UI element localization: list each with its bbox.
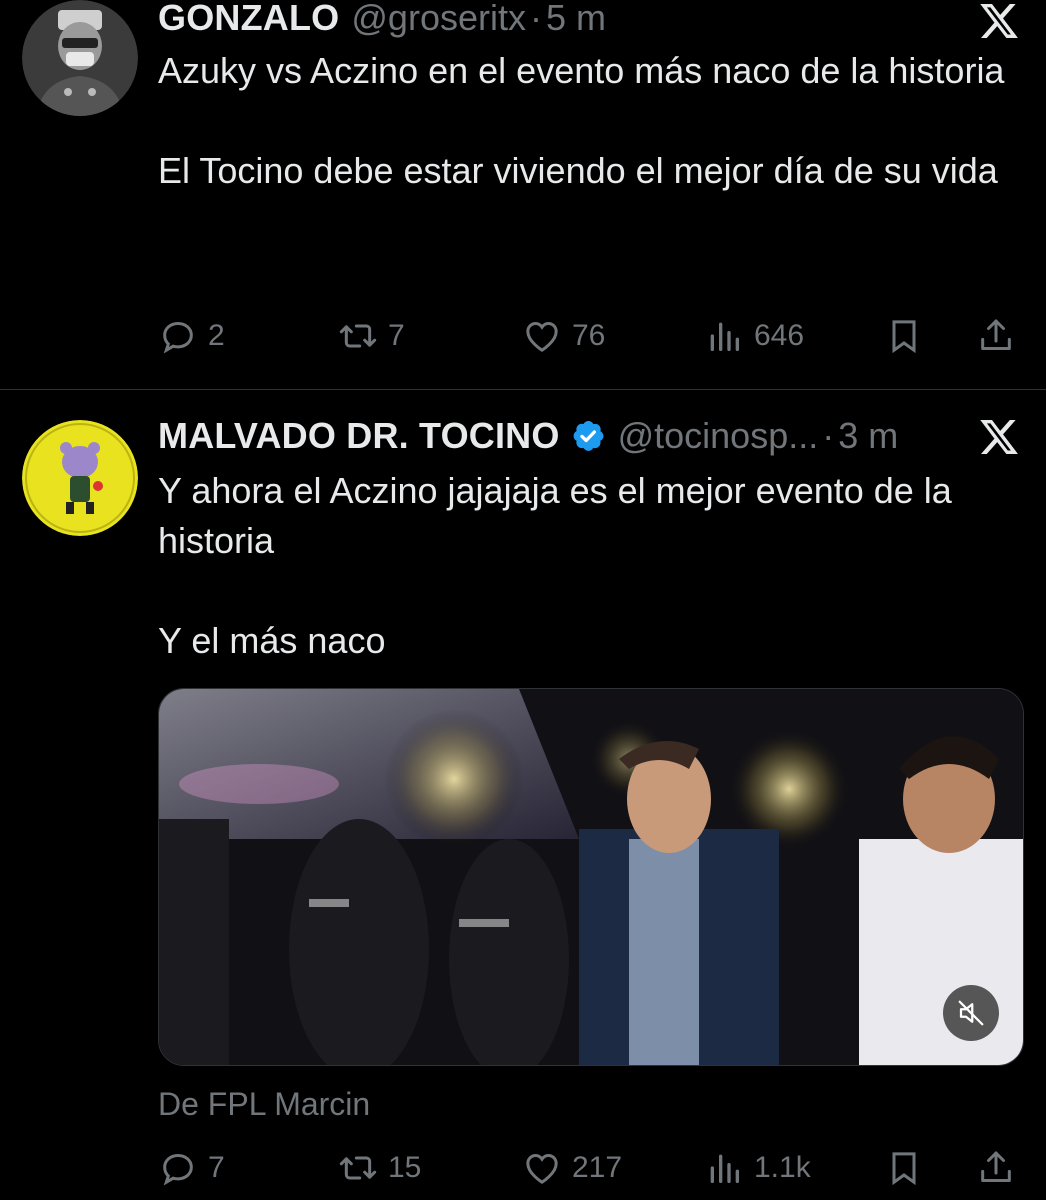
views-icon [710, 1154, 739, 1183]
author-name[interactable]: GONZALO [158, 0, 339, 39]
tweet-paragraph: Azuky vs Aczino en el evento más naco de… [158, 50, 1005, 91]
repost-count: 15 [388, 1151, 422, 1184]
media-attribution[interactable]: De FPL Marcin [158, 1086, 370, 1123]
x-logo-icon[interactable] [978, 0, 1020, 42]
heart-icon [526, 321, 558, 352]
views-count: 1.1k [754, 1151, 811, 1184]
tweet-paragraph: Y el más naco [158, 620, 386, 661]
repost-count: 7 [388, 319, 405, 352]
repost-button[interactable]: 7 [338, 314, 405, 358]
reply-button[interactable]: 7 [158, 1146, 225, 1190]
reply-count: 2 [208, 319, 225, 352]
views-icon [710, 322, 739, 351]
tweet-video[interactable] [158, 688, 1024, 1066]
like-button[interactable]: 217 [522, 1146, 622, 1190]
separator-dot: · [529, 0, 542, 38]
repost-button[interactable]: 15 [338, 1146, 421, 1190]
like-count: 217 [572, 1151, 623, 1184]
bookmark-button[interactable] [884, 314, 934, 358]
repost-icon [339, 324, 377, 348]
verified-badge-icon [573, 421, 604, 451]
separator-dot: · [822, 415, 835, 456]
share-icon [981, 319, 1011, 350]
like-button[interactable]: 76 [522, 314, 605, 358]
timestamp[interactable]: 3 m [838, 415, 898, 457]
views-button[interactable]: 646 [704, 314, 804, 358]
video-frame [159, 689, 1023, 1065]
heart-icon [526, 1153, 558, 1184]
reply-icon [163, 321, 193, 354]
mute-icon [958, 1000, 984, 1026]
avatar-malvado-dr-tocino[interactable] [22, 420, 138, 536]
views-count: 646 [754, 319, 805, 352]
author-handle[interactable]: @groseritx [351, 0, 526, 39]
tweet-actions: 2 7 76 646 [158, 314, 1028, 358]
tweet-text: Y ahora el Aczino jajajaja es el mejor e… [158, 466, 1018, 666]
timestamp[interactable]: 5 m [546, 0, 606, 39]
tweet-text: Azuky vs Aczino en el evento más naco de… [158, 46, 1018, 196]
reply-button[interactable]: 2 [158, 314, 225, 358]
bookmark-icon [892, 1152, 916, 1186]
mute-button[interactable] [943, 985, 999, 1041]
author-handle[interactable]: @tocinosp... [618, 415, 819, 457]
x-logo-icon[interactable] [978, 416, 1020, 458]
share-button[interactable] [976, 314, 1026, 358]
tweet-paragraph: El Tocino debe estar viviendo el mejor d… [158, 150, 998, 191]
bookmark-button[interactable] [884, 1146, 934, 1190]
share-icon [981, 1151, 1011, 1182]
like-count: 76 [572, 319, 606, 352]
bookmark-icon [892, 320, 916, 354]
tweet-header: MALVADO DR. TOCINO @tocinosp... · 3 m [158, 414, 898, 458]
views-button[interactable]: 1.1k [704, 1146, 811, 1190]
repost-icon [339, 1156, 377, 1180]
reply-icon [163, 1153, 193, 1186]
reply-count: 7 [208, 1151, 225, 1184]
tweet-1[interactable]: GONZALO @groseritx · 5 m Azuky vs Aczino… [0, 0, 1046, 390]
tweet-actions: 7 15 217 1.1k [158, 1146, 1028, 1190]
author-name[interactable]: MALVADO DR. TOCINO [158, 415, 560, 457]
share-button[interactable] [976, 1146, 1026, 1190]
tweet-header: GONZALO @groseritx · 5 m [158, 0, 606, 40]
avatar-gonzalo[interactable] [22, 0, 138, 116]
tweet-paragraph: Y ahora el Aczino jajajaja es el mejor e… [158, 470, 952, 561]
